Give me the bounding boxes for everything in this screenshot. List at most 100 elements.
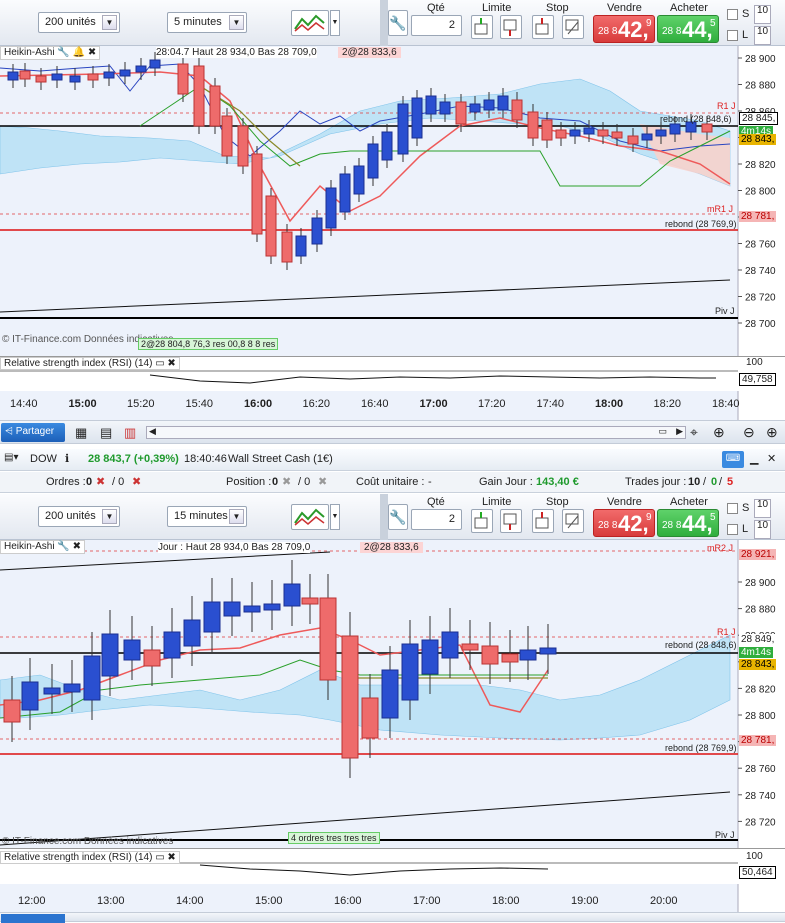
qte-label-2: Qté — [427, 496, 445, 508]
bottom-rsi-title: Relative strength index (RSI) (14) ▭ ✖ — [0, 851, 180, 864]
candle — [319, 597, 337, 681]
candle — [243, 605, 261, 613]
instrument-dropdown[interactable]: ▤▾ — [4, 452, 18, 463]
info-icon[interactable]: ℹ — [65, 452, 69, 465]
cancel-all-orders-icon[interactable]: ✖ — [132, 475, 141, 488]
chart-type-dropdown-2[interactable]: ▼ — [330, 504, 340, 530]
l-checkbox-2[interactable] — [727, 524, 738, 535]
top-mr1-label: mR1 J — [707, 204, 734, 214]
l-number-2[interactable]: 10 — [754, 520, 771, 539]
close-position-icon[interactable]: ✖ — [282, 475, 291, 488]
stop-sell-button-2[interactable] — [562, 509, 584, 533]
window-icon[interactable]: ▭ — [155, 852, 164, 863]
s-checkbox-2[interactable] — [727, 503, 738, 514]
candle — [425, 95, 437, 115]
close-icon[interactable]: ✖ — [73, 541, 81, 552]
minimize-icon[interactable]: ▁ — [750, 452, 758, 465]
indicator-icon[interactable]: ▦ — [75, 425, 87, 441]
interval-select-2[interactable]: 15 minutes ▼ — [167, 506, 247, 527]
candle — [497, 95, 509, 111]
position-bar: Ordres : 0 ✖ / 0 ✖ Position : 0 ✖ / 0 ✖ … — [0, 472, 785, 493]
candle — [469, 103, 481, 113]
cursor-tool-icon[interactable]: ⌖ — [690, 424, 698, 441]
quantity-value: 200 unités — [45, 16, 96, 28]
stop-buy-button-2[interactable] — [532, 509, 554, 533]
qte-input-2[interactable]: 2 — [411, 509, 462, 530]
time-tick-label: 17:00 — [413, 895, 441, 907]
chart-type-dropdown[interactable]: ▼ — [330, 10, 340, 36]
qte-input[interactable]: 2 — [411, 15, 462, 36]
window-icon[interactable]: ▭ — [155, 358, 164, 369]
scroll-right-icon[interactable]: ▶ — [676, 426, 683, 437]
wrench-icon[interactable]: 🔧 — [57, 47, 69, 58]
wrench-icon[interactable]: 🔧 — [388, 10, 408, 36]
candle — [3, 699, 21, 723]
time-tick-label: 15:00 — [68, 398, 97, 410]
limit-sell-icon — [503, 513, 517, 530]
limit-sell-icon — [503, 19, 517, 36]
calc-icon[interactable]: ▤ — [100, 425, 112, 441]
buy-button-2[interactable]: 28 8 44, 5 — [657, 509, 719, 537]
limit-sell-button[interactable] — [500, 15, 522, 39]
s-checkbox[interactable] — [727, 9, 738, 20]
candle — [263, 603, 281, 611]
close-all-positions-icon[interactable]: ✖ — [318, 475, 327, 488]
chart-type-button-2[interactable] — [291, 504, 329, 530]
candle — [237, 125, 249, 167]
price-tick-label: 28 740 — [745, 791, 776, 802]
share-label: Partager — [15, 426, 55, 437]
limit-buy-button[interactable] — [471, 15, 493, 39]
limit-sell-button-2[interactable] — [500, 509, 522, 533]
zoom-area-icon[interactable]: ⊕ — [713, 424, 725, 441]
drawing-icon[interactable]: ▥ — [124, 425, 136, 441]
close-icon[interactable]: ✖ — [167, 852, 175, 863]
time-tick-label: 18:20 — [653, 398, 682, 410]
bid-small: 28 8 — [598, 26, 618, 37]
stop-buy-button[interactable] — [532, 15, 554, 39]
stop-sell-button[interactable] — [562, 15, 584, 39]
top-chart[interactable]: 28 90028 88028 86028 84028 82028 80028 7… — [0, 46, 785, 424]
zoom-in-icon[interactable]: ⊕ — [766, 424, 778, 441]
cancel-orders-icon[interactable]: ✖ — [96, 475, 105, 488]
candle — [311, 217, 323, 245]
s-number[interactable]: 10 — [754, 5, 771, 24]
keyboard-icon[interactable]: ⌨ — [722, 451, 744, 468]
chart-type-button[interactable] — [291, 10, 329, 36]
candle — [439, 101, 451, 115]
buy-button[interactable]: 28 8 44, 5 — [657, 15, 719, 43]
scroll-left-icon[interactable]: ◀ — [149, 426, 156, 437]
chevron-down-icon: ▼ — [102, 15, 117, 30]
limit-buy-button-2[interactable] — [471, 509, 493, 533]
share-button[interactable]: ⩤ Partager — [1, 423, 65, 442]
sell-button[interactable]: 28 8 42, 9 — [593, 15, 655, 43]
time-scrollbar[interactable]: ◀ ▭ ▶ — [146, 426, 686, 439]
s-number-2[interactable]: 10 — [754, 499, 771, 518]
bottom-order-legend: 4 ordres tres tres tres — [288, 832, 380, 844]
bottom-chart[interactable]: 28 90028 88028 86028 84028 82028 80028 7… — [0, 540, 785, 912]
wrench-icon[interactable]: 🔧 — [388, 504, 408, 530]
chart-type-icon — [294, 14, 325, 32]
quantity-select[interactable]: 200 unités ▼ — [38, 12, 120, 33]
wrench-icon[interactable]: 🔧 — [57, 541, 69, 552]
interval-select[interactable]: 5 minutes ▼ — [167, 12, 247, 33]
sell-button-2[interactable]: 28 8 42, 9 — [593, 509, 655, 537]
l-number[interactable]: 10 — [754, 26, 771, 45]
candle — [527, 111, 539, 139]
candle — [221, 115, 233, 157]
instrument-time: 18:40:46 — [184, 453, 227, 465]
qte-value: 2 — [448, 19, 455, 31]
close-icon[interactable]: ✕ — [767, 452, 776, 465]
candle — [43, 687, 61, 695]
candle — [411, 97, 423, 139]
quantity-select-2[interactable]: 200 unités ▼ — [38, 506, 120, 527]
s-label: S — [742, 8, 750, 20]
bell-icon[interactable]: 🔔 — [73, 47, 85, 58]
close-icon[interactable]: ✖ — [88, 47, 96, 58]
scroll-grip-icon[interactable]: ▭ — [658, 426, 667, 437]
zoom-out-icon[interactable]: ⊖ — [743, 424, 755, 441]
close-icon[interactable]: ✖ — [167, 358, 175, 369]
bottom-chart-title-bar: Heikin-Ashi 🔧 ✖ — [0, 540, 85, 554]
instrument-price: 28 843,7 (+0,39%) — [88, 453, 179, 465]
top-rebond-2: rebond (28 769,9) — [665, 219, 737, 229]
l-checkbox[interactable] — [727, 30, 738, 41]
